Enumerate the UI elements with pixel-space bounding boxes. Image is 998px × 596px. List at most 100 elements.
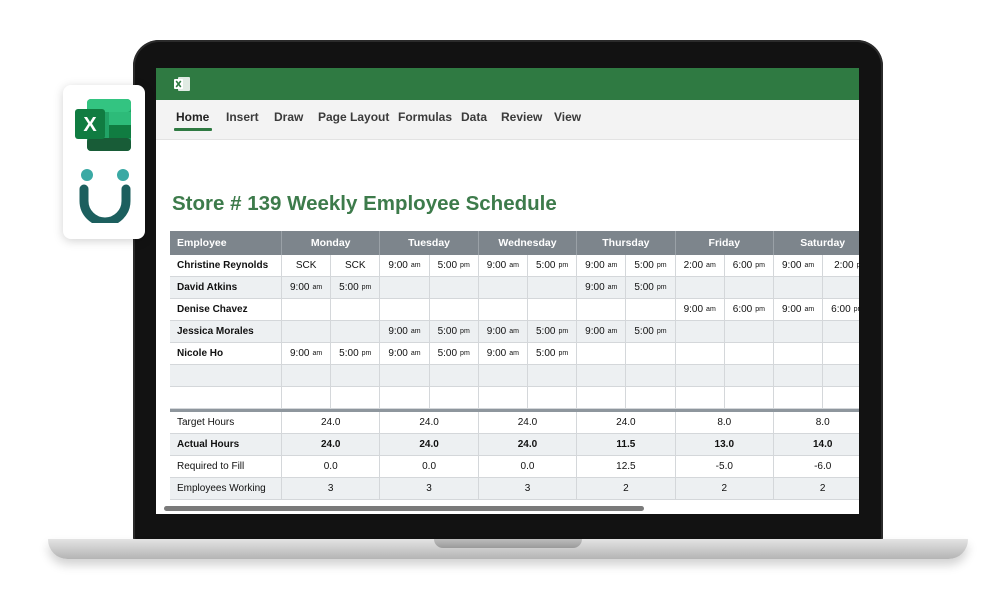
summary-value[interactable]: 8.0 <box>774 412 859 434</box>
tab-data[interactable]: Data <box>461 110 487 124</box>
summary-value[interactable]: -6.0 <box>774 456 859 478</box>
shift-cell[interactable] <box>774 387 824 409</box>
shift-cell[interactable] <box>380 277 430 299</box>
employee-name-cell[interactable] <box>170 387 282 409</box>
tab-view[interactable]: View <box>554 110 581 124</box>
shift-cell[interactable]: 9:00 am <box>478 255 528 277</box>
shift-cell[interactable]: 9:00 am <box>478 343 528 365</box>
shift-cell[interactable] <box>626 299 676 321</box>
shift-cell[interactable]: 9:00 am <box>774 299 824 321</box>
shift-cell[interactable] <box>528 365 578 387</box>
shift-cell[interactable] <box>478 277 528 299</box>
summary-value[interactable]: 8.0 <box>675 412 774 434</box>
summary-value[interactable]: 2 <box>774 478 859 500</box>
shift-cell[interactable]: 5:00 pm <box>528 255 578 277</box>
employee-name-cell[interactable]: David Atkins <box>170 277 282 299</box>
shift-cell[interactable]: 9:00 am <box>380 343 430 365</box>
shift-cell[interactable] <box>331 387 381 409</box>
shift-cell[interactable]: 2:00p <box>823 255 859 277</box>
shift-cell[interactable]: 9:00 am <box>577 277 627 299</box>
shift-cell[interactable] <box>675 343 725 365</box>
shift-cell[interactable] <box>282 321 332 343</box>
shift-cell[interactable]: 5:00 pm <box>528 343 578 365</box>
shift-cell[interactable] <box>429 365 479 387</box>
employee-name-cell[interactable]: Nicole Ho <box>170 343 282 365</box>
shift-cell[interactable] <box>724 365 774 387</box>
summary-value[interactable]: 24.0 <box>282 434 381 456</box>
employee-name-cell[interactable]: Jessica Morales <box>170 321 282 343</box>
shift-cell[interactable] <box>528 277 578 299</box>
tab-insert[interactable]: Insert <box>226 110 259 124</box>
shift-cell[interactable] <box>675 365 725 387</box>
shift-cell[interactable] <box>577 387 627 409</box>
shift-cell[interactable] <box>774 321 824 343</box>
employee-name-cell[interactable]: Christine Reynolds <box>170 255 282 277</box>
shift-cell[interactable]: 5:00 pm <box>528 321 578 343</box>
shift-cell[interactable] <box>823 321 859 343</box>
tab-review[interactable]: Review <box>501 110 542 124</box>
shift-cell[interactable]: 9:00 am <box>478 321 528 343</box>
shift-cell[interactable]: 2:00 am <box>675 255 725 277</box>
shift-cell[interactable] <box>774 277 824 299</box>
shift-cell[interactable]: 9:00 am <box>774 255 824 277</box>
shift-cell[interactable]: SCK <box>331 255 381 277</box>
horizontal-scrollbar[interactable] <box>164 506 644 511</box>
shift-cell[interactable] <box>823 365 859 387</box>
shift-cell[interactable] <box>282 365 332 387</box>
shift-cell[interactable] <box>478 365 528 387</box>
shift-cell[interactable] <box>724 343 774 365</box>
shift-cell[interactable] <box>724 321 774 343</box>
shift-cell[interactable] <box>429 299 479 321</box>
summary-value[interactable]: 12.5 <box>577 456 676 478</box>
shift-cell[interactable]: 9:00 am <box>380 255 430 277</box>
summary-value[interactable]: 24.0 <box>577 412 676 434</box>
shift-cell[interactable] <box>675 387 725 409</box>
shift-cell[interactable] <box>528 387 578 409</box>
summary-value[interactable]: 0.0 <box>282 456 381 478</box>
shift-cell[interactable]: 6:00pm <box>724 299 774 321</box>
summary-value[interactable]: 2 <box>577 478 676 500</box>
tab-home[interactable]: Home <box>176 110 209 124</box>
summary-value[interactable]: 2 <box>675 478 774 500</box>
tab-draw[interactable]: Draw <box>274 110 303 124</box>
summary-value[interactable]: 3 <box>380 478 479 500</box>
summary-value[interactable]: 24.0 <box>478 434 578 456</box>
summary-value[interactable]: 24.0 <box>478 412 578 434</box>
shift-cell[interactable]: 5:00 pm <box>331 277 381 299</box>
shift-cell[interactable]: 9:00 am <box>282 277 332 299</box>
summary-value[interactable]: 0.0 <box>380 456 479 478</box>
shift-cell[interactable]: 9:00 am <box>577 255 627 277</box>
shift-cell[interactable] <box>429 277 479 299</box>
shift-cell[interactable]: 5:00 pm <box>429 255 479 277</box>
shift-cell[interactable]: 5:00 pm <box>626 321 676 343</box>
summary-value[interactable]: 0.0 <box>478 456 578 478</box>
shift-cell[interactable]: 5:00 pm <box>626 277 676 299</box>
shift-cell[interactable] <box>331 365 381 387</box>
summary-value[interactable]: 13.0 <box>675 434 774 456</box>
summary-value[interactable]: 14.0 <box>774 434 859 456</box>
summary-value[interactable]: 3 <box>478 478 578 500</box>
shift-cell[interactable] <box>774 343 824 365</box>
summary-value[interactable]: -5.0 <box>675 456 774 478</box>
shift-cell[interactable]: 9:00 am <box>675 299 725 321</box>
employee-name-cell[interactable]: Denise Chavez <box>170 299 282 321</box>
tab-page-layout[interactable]: Page Layout <box>318 110 389 124</box>
shift-cell[interactable]: SCK <box>282 255 332 277</box>
shift-cell[interactable]: 6:00pm <box>823 299 859 321</box>
shift-cell[interactable] <box>282 299 332 321</box>
shift-cell[interactable] <box>724 277 774 299</box>
shift-cell[interactable] <box>626 387 676 409</box>
shift-cell[interactable] <box>577 299 627 321</box>
summary-value[interactable]: 24.0 <box>282 412 381 434</box>
shift-cell[interactable] <box>823 343 859 365</box>
shift-cell[interactable]: 9:00 am <box>577 321 627 343</box>
shift-cell[interactable]: 9:00 am <box>380 321 430 343</box>
tab-formulas[interactable]: Formulas <box>398 110 452 124</box>
shift-cell[interactable] <box>577 343 627 365</box>
summary-value[interactable]: 3 <box>282 478 381 500</box>
shift-cell[interactable] <box>380 299 430 321</box>
shift-cell[interactable] <box>577 365 627 387</box>
shift-cell[interactable] <box>380 387 430 409</box>
shift-cell[interactable]: 5:00 pm <box>429 321 479 343</box>
shift-cell[interactable] <box>774 365 824 387</box>
